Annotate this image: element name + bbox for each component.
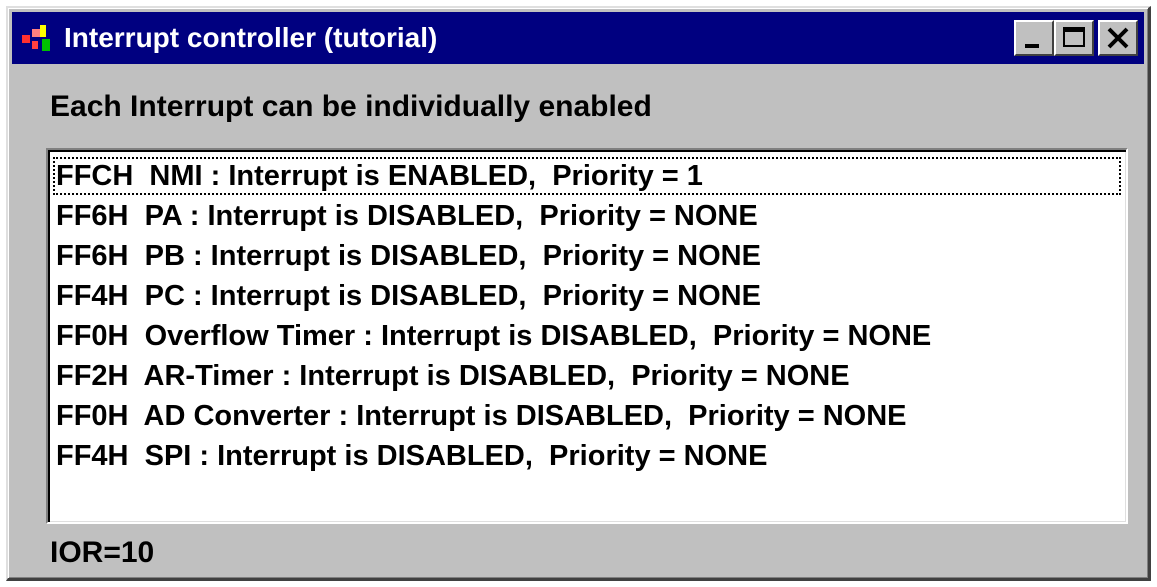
interrupt-controller-window: Interrupt controller (tutorial) Each Int… — [6, 6, 1151, 581]
ior-status-label: IOR=10 — [50, 536, 155, 569]
instruction-label: Each Interrupt can be individually enabl… — [50, 90, 652, 123]
maximize-button[interactable] — [1054, 20, 1094, 56]
minimize-icon — [1025, 44, 1039, 48]
list-item[interactable]: FF0H AD Converter : Interrupt is DISABLE… — [48, 396, 1126, 436]
minimize-button[interactable] — [1014, 20, 1054, 56]
list-item[interactable]: FF6H PB : Interrupt is DISABLED, Priorit… — [48, 236, 1126, 276]
interrupt-listbox[interactable]: FFCH NMI : Interrupt is ENABLED, Priorit… — [46, 148, 1128, 524]
title-buttons — [1014, 20, 1138, 56]
list-item[interactable]: FF0H Overflow Timer : Interrupt is DISAB… — [48, 316, 1126, 356]
list-item[interactable]: FFCH NMI : Interrupt is ENABLED, Priorit… — [52, 156, 1122, 196]
list-item[interactable]: FF4H PC : Interrupt is DISABLED, Priorit… — [48, 276, 1126, 316]
window-title: Interrupt controller (tutorial) — [64, 22, 438, 53]
close-button[interactable] — [1098, 20, 1138, 56]
title-bar[interactable]: Interrupt controller (tutorial) — [12, 12, 1144, 64]
list-item[interactable]: FF4H SPI : Interrupt is DISABLED, Priori… — [48, 436, 1126, 476]
app-icon[interactable] — [20, 21, 56, 55]
close-icon — [1107, 27, 1129, 49]
list-item[interactable]: FF6H PA : Interrupt is DISABLED, Priorit… — [48, 196, 1126, 236]
maximize-icon — [1063, 27, 1085, 47]
list-item[interactable]: FF2H AR-Timer : Interrupt is DISABLED, P… — [48, 356, 1126, 396]
